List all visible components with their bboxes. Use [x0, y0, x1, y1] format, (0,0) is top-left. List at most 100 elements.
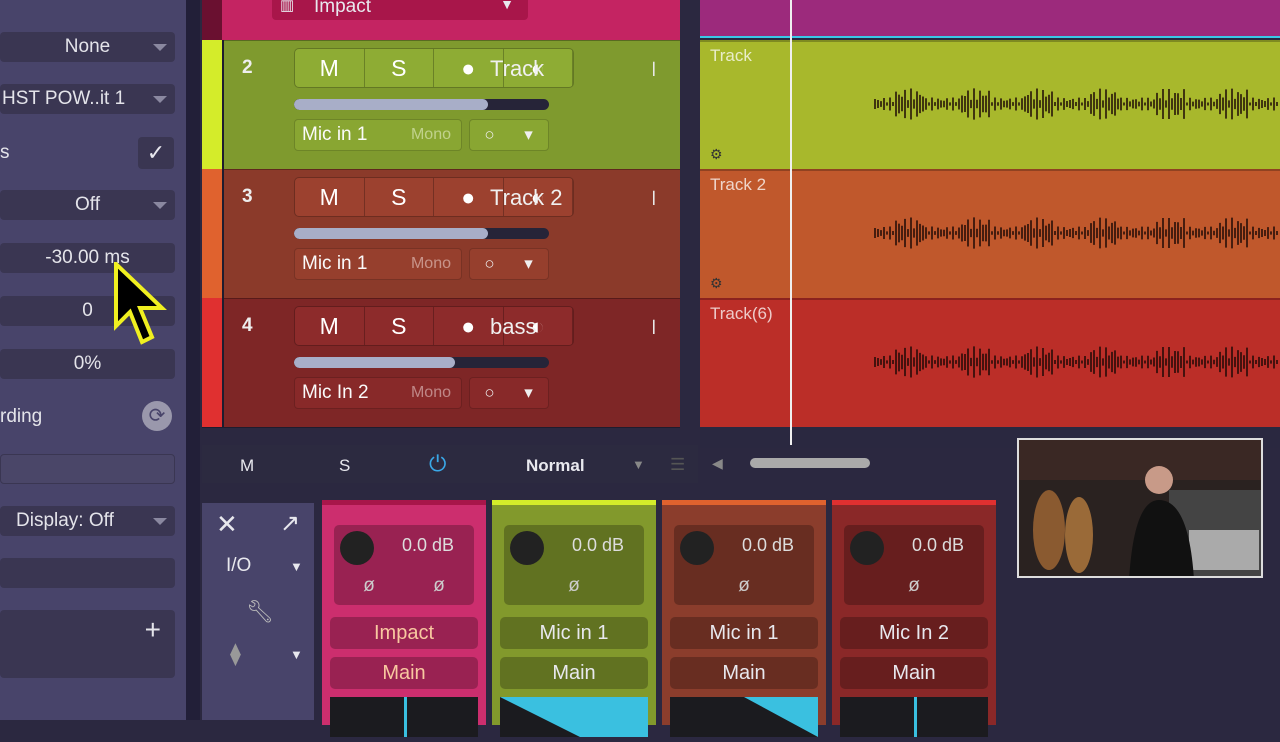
track-name[interactable]: Track	[490, 56, 544, 82]
output-selector[interactable]: Main	[670, 657, 818, 689]
power-icon[interactable]: ⏻	[429, 451, 446, 477]
waveform-icon[interactable]: 𝍷	[646, 55, 662, 89]
output-selector[interactable]: ○ ▾	[469, 377, 549, 409]
track-lane[interactable]: Track 2 ⚙	[700, 169, 1280, 298]
solo-all-button[interactable]: S	[339, 456, 350, 476]
track-color-strip[interactable]	[202, 298, 222, 427]
track-color-strip[interactable]	[202, 0, 222, 40]
fader-icon[interactable]: ⧫	[230, 641, 241, 667]
channel-mode: Mono	[410, 255, 451, 272]
record-icon: ●	[461, 183, 476, 210]
phase-invert-icon[interactable]: ø	[334, 567, 404, 605]
pan-display[interactable]	[840, 697, 988, 737]
field-value: None	[64, 36, 111, 57]
dropdown-input[interactable]: HST POW..it 1	[0, 84, 175, 114]
volume-fader[interactable]	[294, 99, 549, 110]
phase-invert-icon[interactable]: ø	[504, 567, 644, 605]
waveform-icon[interactable]: 𝍷	[646, 313, 662, 347]
wrench-icon[interactable]: 🔧︎	[246, 599, 274, 625]
track-lane[interactable]: Track ⚙	[700, 40, 1280, 169]
phase-invert-icon[interactable]: ø	[844, 567, 984, 605]
audio-waveform[interactable]	[700, 171, 1280, 300]
output-selector[interactable]: ○ ▾	[469, 248, 549, 280]
expand-icon[interactable]: ↗	[280, 509, 300, 538]
phase-invert-icon[interactable]: ø	[404, 567, 474, 605]
instrument-selector[interactable]: Impact ▥ ▼	[272, 0, 528, 20]
chevron-down-icon[interactable]: ▼	[290, 559, 303, 574]
gain-knob[interactable]	[340, 531, 374, 565]
mute-button[interactable]: M	[295, 49, 365, 87]
pan-display[interactable]	[500, 697, 648, 737]
mute-button[interactable]: M	[295, 307, 365, 345]
pan-display[interactable]	[670, 697, 818, 737]
gear-icon[interactable]: ⚙	[710, 146, 723, 163]
track-color-strip[interactable]	[202, 40, 222, 169]
output-selector[interactable]: Main	[500, 657, 648, 689]
close-icon[interactable]: ✕	[216, 509, 238, 540]
input-name: Mic In 2	[302, 382, 369, 403]
dropdown-off[interactable]: Off	[0, 190, 175, 220]
volume-fader[interactable]	[294, 357, 549, 368]
input-selector[interactable]: Mic in 1	[500, 617, 648, 649]
pan-display[interactable]	[330, 697, 478, 737]
chevron-down-icon	[153, 202, 167, 209]
track-lane[interactable]: Track(6)	[700, 298, 1280, 427]
velocity-field[interactable]: 0%	[0, 349, 175, 379]
add-button[interactable]: +	[145, 614, 161, 646]
input-selector[interactable]: Mic in 1 Mono	[294, 119, 462, 151]
empty-field[interactable]	[0, 454, 175, 484]
waveform-icon[interactable]: 𝍷	[646, 184, 662, 218]
instrument-name: Impact	[314, 0, 372, 17]
chevron-down-icon: ▾	[524, 125, 533, 144]
mixer-channel: 0.0 dB ø Mic in 1 Main	[662, 500, 826, 737]
field-value: Display: Off	[16, 510, 114, 531]
input-selector[interactable]: Mic In 2 Mono	[294, 377, 462, 409]
track-color-strip[interactable]	[202, 169, 222, 298]
input-selector[interactable]: Mic in 1	[670, 617, 818, 649]
io-toggle[interactable]: I/O	[226, 555, 251, 577]
track-header[interactable]: 3 M S ● ◐ Track 2 𝍷 Mic in 1 Mono ○ ▾	[224, 169, 680, 298]
record-icon: ●	[461, 312, 476, 339]
record-icon: ●	[461, 54, 476, 81]
input-selector[interactable]: Mic In 2	[840, 617, 988, 649]
audio-waveform[interactable]	[700, 300, 1280, 429]
scroll-left-icon[interactable]: ◀	[712, 455, 723, 472]
gain-knob[interactable]	[510, 531, 544, 565]
mixer-sidebar: ✕ ↗ I/O ▼ 🔧︎ ⧫ ▼	[202, 503, 314, 720]
chevron-down-icon[interactable]: ▼	[632, 457, 645, 472]
input-selector[interactable]: Impact	[330, 617, 478, 649]
mute-button[interactable]: M	[295, 178, 365, 216]
reset-icon[interactable]: ⟳	[142, 401, 172, 431]
phase-invert-icon[interactable]: ø	[674, 567, 814, 605]
output-selector[interactable]: Main	[330, 657, 478, 689]
checkbox[interactable]: ✓	[138, 137, 174, 169]
panel-divider[interactable]	[186, 0, 200, 720]
playhead[interactable]	[790, 0, 792, 445]
track-name[interactable]: bass	[490, 314, 536, 340]
lane-impact	[700, 0, 1280, 38]
dropdown-none[interactable]: None	[0, 32, 175, 62]
solo-button[interactable]: S	[365, 49, 434, 87]
chevron-down-icon[interactable]: ▼	[290, 647, 303, 662]
empty-field[interactable]	[0, 558, 175, 588]
menu-icon[interactable]: ☰	[670, 455, 685, 475]
track-name[interactable]: Track 2	[490, 185, 563, 211]
mute-all-button[interactable]: M	[240, 456, 254, 476]
input-name: Mic in 1	[302, 253, 368, 274]
gain-knob[interactable]	[680, 531, 714, 565]
volume-fader[interactable]	[294, 228, 549, 239]
track-header[interactable]: 2 M S ● ◐ Track 𝍷 Mic in 1 Mono ○ ▾	[224, 40, 680, 169]
solo-button[interactable]: S	[365, 178, 434, 216]
audio-waveform[interactable]	[700, 42, 1280, 171]
dropdown-display[interactable]: Display: Off	[0, 506, 175, 536]
mode-dropdown[interactable]: Normal	[526, 456, 585, 476]
input-selector[interactable]: Mic in 1 Mono	[294, 248, 462, 280]
gain-knob[interactable]	[850, 531, 884, 565]
gear-icon[interactable]: ⚙	[710, 275, 723, 292]
mixer-channel: 0.0 dB ø Mic in 1 Main	[492, 500, 656, 737]
horizontal-scrollbar[interactable]	[750, 458, 870, 468]
track-header[interactable]: 4 M S ● ◐ bass 𝍷 Mic In 2 Mono ○ ▾	[224, 298, 680, 427]
output-selector[interactable]: Main	[840, 657, 988, 689]
solo-button[interactable]: S	[365, 307, 434, 345]
output-selector[interactable]: ○ ▾	[469, 119, 549, 151]
